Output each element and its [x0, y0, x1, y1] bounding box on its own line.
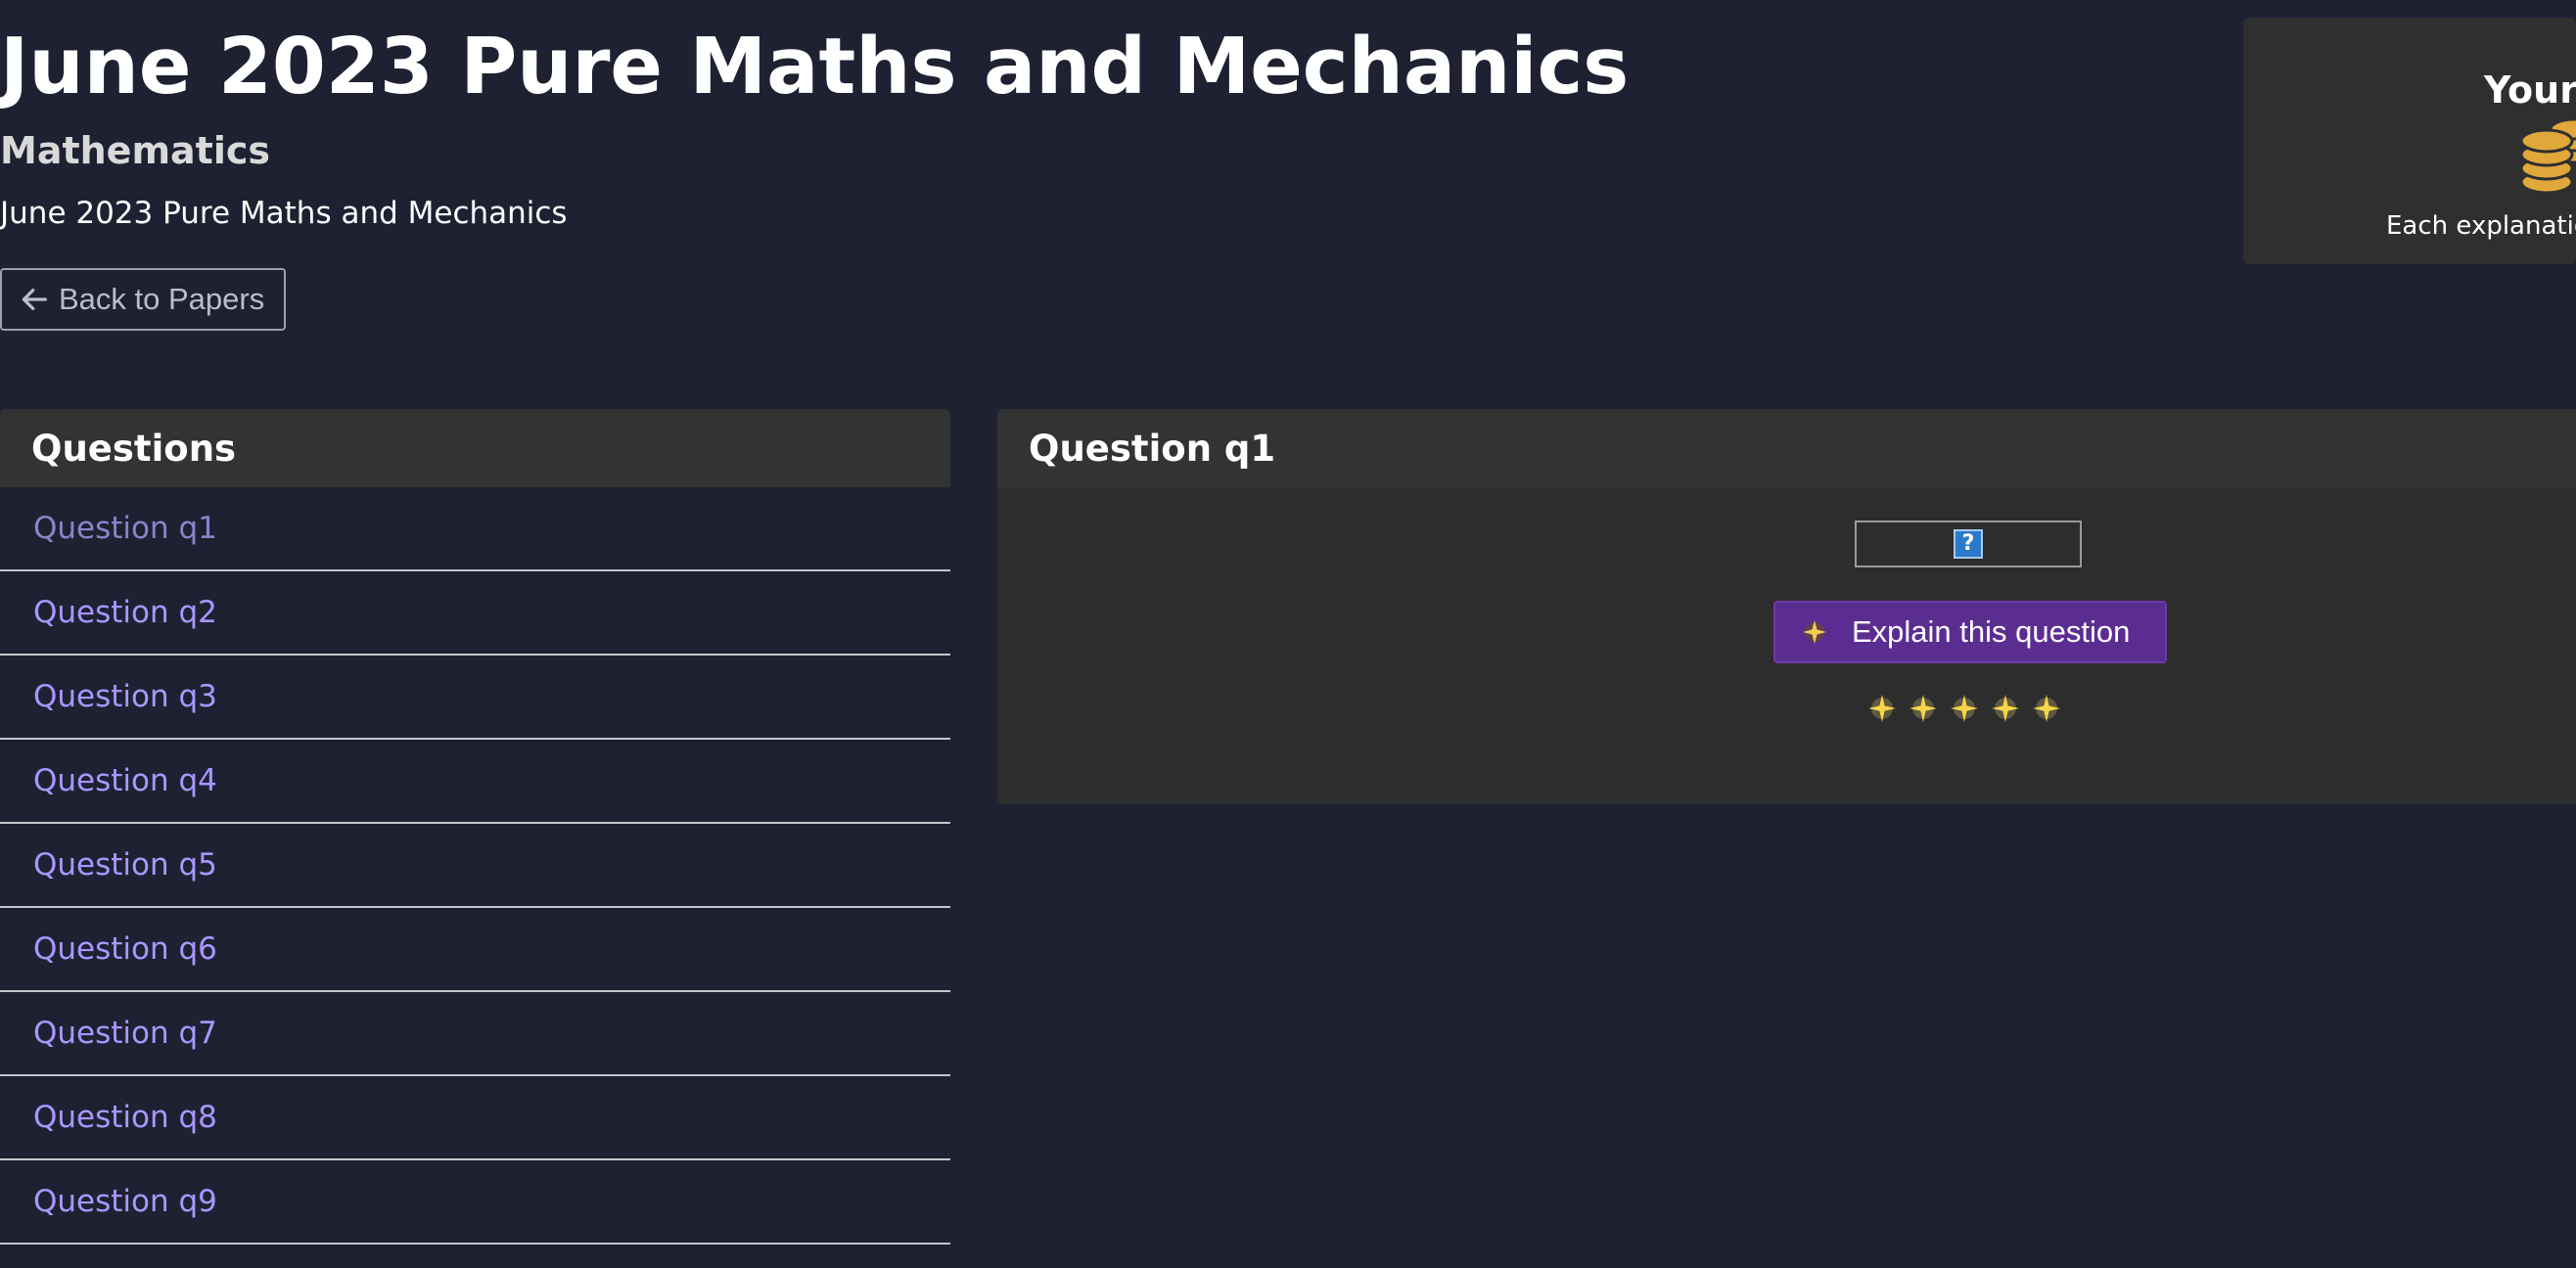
coins-card: Your Each explanatio: [2243, 18, 2576, 264]
sparkle-row: [1866, 693, 2062, 724]
broken-image-icon: ?: [1954, 529, 1983, 559]
explain-question-button[interactable]: Explain this question: [1773, 601, 2167, 663]
explain-button-label: Explain this question: [1852, 614, 2131, 649]
question-detail-panel: Question q1 ? Explain this question: [997, 409, 2576, 804]
question-list-item[interactable]: Question q2: [0, 571, 950, 656]
page-title: June 2023 Pure Maths and Mechanics: [0, 22, 1630, 112]
back-to-papers-button[interactable]: Back to Papers: [0, 268, 286, 331]
coins-note: Each explanatio: [2386, 211, 2576, 241]
sparkle-icon: [1868, 695, 1896, 722]
question-list-item[interactable]: Question q4: [0, 740, 950, 824]
questions-panel-title: Questions: [0, 409, 950, 487]
page: June 2023 Pure Maths and Mechanics Mathe…: [0, 0, 2576, 1268]
sparkle-icon: [1992, 695, 2019, 722]
arrow-left-icon: [22, 289, 47, 310]
questions-panel: Questions Question q1 Question q2 Questi…: [0, 409, 950, 1268]
question-list-item[interactable]: Question q5: [0, 824, 950, 908]
sparkle-icon: [1803, 620, 1826, 644]
question-list-item[interactable]: Question q7: [0, 992, 950, 1076]
coins-title: Your: [2484, 68, 2576, 112]
paper-name: June 2023 Pure Maths and Mechanics: [0, 196, 568, 231]
sparkle-icon: [2033, 695, 2060, 722]
question-image: ?: [1855, 521, 2082, 567]
subject-label: Mathematics: [0, 129, 271, 172]
sparkle-icon: [1951, 695, 1978, 722]
question-list-item[interactable]: Question q9: [0, 1160, 950, 1245]
question-list-item[interactable]: Question q6: [0, 908, 950, 992]
question-list: Question q1 Question q2 Question q3 Ques…: [0, 487, 950, 1245]
question-detail-title: Question q1: [997, 409, 2576, 487]
coins-icon: [2519, 117, 2576, 195]
back-button-label: Back to Papers: [59, 282, 265, 316]
question-list-item[interactable]: Question q1: [0, 487, 950, 571]
sparkle-icon: [1909, 695, 1937, 722]
question-list-item[interactable]: Question q8: [0, 1076, 950, 1160]
question-list-item[interactable]: Question q3: [0, 656, 950, 740]
